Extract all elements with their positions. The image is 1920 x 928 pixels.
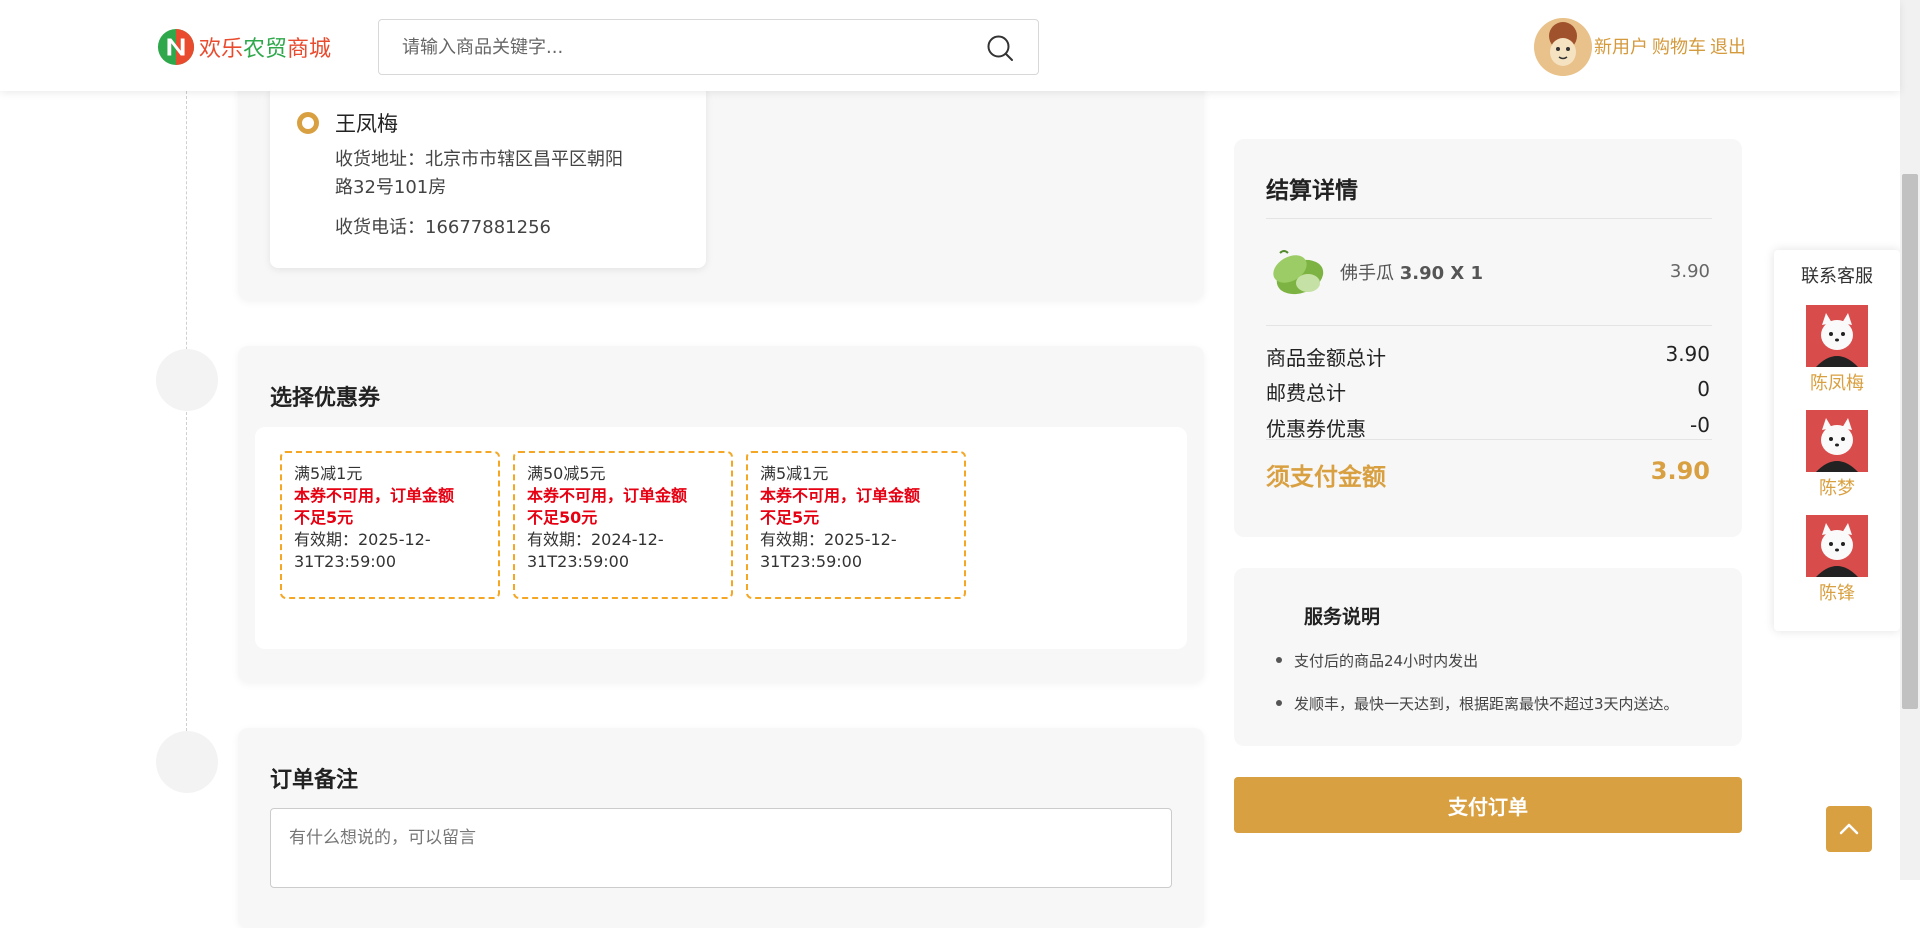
product-name: 佛手瓜 3.90 X 1: [1340, 259, 1483, 285]
address-line: 收货地址：北京市市辖区昌平区朝阳: [335, 149, 623, 170]
coupon-item[interactable]: 满5减1元 本券不可用，订单金额 不足5元 有效期：2025-12- 31T23…: [746, 451, 966, 599]
address-radio[interactable]: [297, 112, 319, 134]
logout-link[interactable]: 退出: [1710, 37, 1746, 58]
chevron-up-icon: [1839, 823, 1859, 835]
coupon-expiry: 有效期：2024-12-: [527, 530, 664, 549]
product-price: 3.90: [1669, 261, 1710, 282]
coupon-name: 满5减1元: [760, 464, 829, 483]
search-icon[interactable]: [986, 34, 1014, 62]
agent-name: 陈锋: [1819, 583, 1855, 604]
scrollbar-thumb[interactable]: [1902, 174, 1918, 709]
coupon-error: 本券不可用，订单金额: [527, 486, 688, 505]
site-logo[interactable]: 欢乐农贸商城: [157, 27, 331, 67]
cs-agent[interactable]: 陈凤梅: [1804, 305, 1870, 399]
coupon-item[interactable]: 满5减1元 本券不可用，订单金额 不足5元 有效期：2025-12- 31T23…: [280, 451, 500, 599]
product-name-text: 佛手瓜: [1340, 263, 1394, 284]
agent-name: 陈梦: [1819, 478, 1855, 499]
divider: [1266, 325, 1712, 326]
service-title: 服务说明: [1304, 606, 1381, 628]
goods-total-value: 3.90: [1665, 342, 1710, 366]
logo-text-part: 欢乐: [199, 37, 244, 62]
coupon-expiry: 有效期：2025-12-: [760, 530, 897, 549]
coupon-expiry: 31T23:59:00: [760, 552, 862, 571]
coupon-name: 满50减5元: [527, 464, 606, 483]
logo-icon: [157, 28, 195, 66]
agent-name: 陈凤梅: [1810, 373, 1864, 394]
customer-service-panel: 联系客服 陈凤梅 陈梦 陈锋: [1774, 250, 1900, 631]
user-avatar[interactable]: [1534, 18, 1592, 76]
coupon-title: 选择优惠券: [270, 386, 381, 411]
agent-avatar: [1806, 305, 1868, 367]
top-header: 欢乐农贸商城 新用户购物车退出: [0, 0, 1900, 91]
service-notes: 服务说明 支付后的商品24小时内发出 发顺丰，最快一天达到，根据距离最快不超过3…: [1234, 568, 1742, 746]
agent-avatar-image: [1806, 305, 1868, 367]
divider: [1266, 218, 1712, 219]
summary-title: 结算详情: [1266, 178, 1358, 204]
pay-order-button[interactable]: 支付订单: [1234, 777, 1742, 833]
coupon-name: 满5减1元: [294, 464, 363, 483]
cs-agent[interactable]: 陈锋: [1804, 515, 1870, 609]
note-title: 订单备注: [270, 768, 359, 793]
service-item: 支付后的商品24小时内发出: [1275, 652, 1479, 670]
step-circle-coupon: [156, 349, 218, 411]
coupon-expiry: 31T23:59:00: [294, 552, 396, 571]
goods-total-label: 商品金额总计: [1266, 346, 1386, 370]
coupon-expiry: 31T23:59:00: [527, 552, 629, 571]
checkout-summary: 结算详情 佛手瓜 3.90 X 1 3.90 商品金额总计 3.90 邮费总计 …: [1234, 139, 1742, 537]
coupon-list: 满5减1元 本券不可用，订单金额 不足5元 有效期：2025-12- 31T23…: [255, 427, 1187, 649]
logo-text-part: 农贸: [243, 37, 288, 62]
shipping-value: 0: [1697, 377, 1710, 401]
receiver-name: 王凤梅: [335, 112, 398, 136]
agent-avatar-image: [1806, 515, 1868, 577]
cs-agent[interactable]: 陈梦: [1804, 410, 1870, 504]
pay-amount-label: 须支付金额: [1266, 463, 1386, 491]
service-item: 发顺丰，最快一天达到，根据距离最快不超过3天内送达。: [1276, 695, 1679, 713]
step-circle-note: [156, 731, 218, 793]
coupon-expiry: 有效期：2025-12-: [294, 530, 431, 549]
order-note-input[interactable]: [270, 808, 1172, 888]
logo-text: 欢乐农贸商城: [199, 31, 331, 63]
divider: [1266, 439, 1712, 440]
coupon-error: 本券不可用，订单金额: [294, 486, 455, 505]
coupon-error: 不足5元: [294, 508, 354, 527]
coupon-error: 不足5元: [760, 508, 820, 527]
avatar-image: [1534, 18, 1592, 76]
customer-service-title: 联系客服: [1801, 266, 1873, 287]
shipping-label: 邮费总计: [1266, 381, 1346, 405]
coupon-error: 不足50元: [527, 508, 598, 527]
timeline-line: [186, 91, 187, 731]
coupon-item[interactable]: 满50减5元 本券不可用，订单金额 不足50元 有效期：2024-12- 31T…: [513, 451, 733, 599]
coupon-discount-label: 优惠券优惠: [1266, 417, 1366, 441]
top-links: 新用户 购物车 退出: [1594, 33, 1750, 59]
agent-avatar: [1806, 410, 1868, 472]
pay-amount-value: 3.90: [1650, 457, 1710, 485]
product-qty: 3.90 X 1: [1399, 263, 1484, 284]
agent-avatar: [1806, 515, 1868, 577]
search-input[interactable]: [380, 21, 960, 73]
back-to-top-button[interactable]: [1826, 806, 1872, 852]
coupon-error: 本券不可用，订单金额: [760, 486, 921, 505]
phone-line: 收货电话：16677881256: [335, 217, 551, 238]
user-name-link[interactable]: 新用户: [1594, 37, 1648, 58]
coupon-discount-value: -0: [1690, 413, 1710, 437]
address-line: 路32号101房: [335, 177, 447, 198]
search-box: [378, 19, 1039, 75]
cart-link[interactable]: 购物车: [1652, 37, 1706, 58]
agent-avatar-image: [1806, 410, 1868, 472]
address-card[interactable]: 王凤梅 收货地址：北京市市辖区昌平区朝阳 路32号101房 收货电话：16677…: [270, 84, 706, 268]
page-scrollbar[interactable]: [1900, 0, 1920, 880]
product-image: [1273, 250, 1324, 295]
logo-text-part: 商城: [287, 37, 332, 62]
